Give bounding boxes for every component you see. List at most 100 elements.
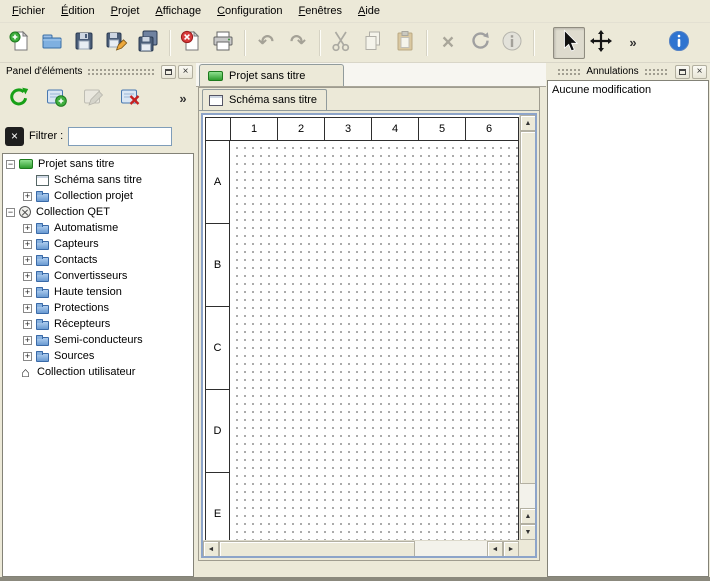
copy-icon bbox=[361, 29, 385, 56]
tree-item-convertisseurs[interactable]: + Convertisseurs bbox=[3, 268, 193, 284]
scroll-up-button[interactable]: ▲ bbox=[520, 508, 536, 524]
vertical-scrollbar[interactable]: ▲ ▲ ▼ bbox=[519, 115, 535, 540]
save-all-icon-button[interactable] bbox=[132, 27, 164, 59]
folder-icon bbox=[36, 193, 49, 202]
folder-icon bbox=[36, 225, 49, 234]
copy-button[interactable] bbox=[357, 27, 389, 59]
dock-close-button[interactable]: × bbox=[692, 65, 707, 79]
expand-icon[interactable]: + bbox=[23, 304, 32, 313]
delete-button[interactable]: × bbox=[432, 27, 464, 59]
expand-icon[interactable]: + bbox=[23, 192, 32, 201]
undo-panel-title: Annulations bbox=[586, 66, 638, 77]
open-project-button[interactable] bbox=[36, 27, 68, 59]
horizontal-scroll-thumb[interactable] bbox=[219, 541, 415, 557]
edit-element-button[interactable] bbox=[78, 83, 108, 113]
row-header: B bbox=[206, 224, 229, 307]
tree-item-collection-qet[interactable]: − Collection QET bbox=[3, 204, 193, 220]
tree-item-collection-utilisateur[interactable]: ⌂ Collection utilisateur bbox=[3, 364, 193, 380]
reload-collections-button[interactable] bbox=[4, 83, 34, 113]
horizontal-scrollbar[interactable]: ◄ ◄ ► bbox=[203, 540, 519, 556]
expand-icon[interactable]: + bbox=[23, 352, 32, 361]
select-mode-button[interactable] bbox=[553, 27, 585, 59]
tab-project[interactable]: Projet sans titre bbox=[199, 64, 344, 86]
about-button[interactable] bbox=[663, 27, 695, 59]
delete-element-button[interactable] bbox=[115, 83, 145, 113]
expand-icon[interactable]: + bbox=[23, 224, 32, 233]
expand-icon[interactable]: + bbox=[23, 240, 32, 249]
save-icon bbox=[72, 29, 96, 56]
workspace: Projet sans titre Schéma sans titre 1 bbox=[196, 63, 546, 577]
expand-icon[interactable]: + bbox=[23, 256, 32, 265]
dock-close-button[interactable]: × bbox=[178, 65, 193, 79]
tree-item-schema[interactable]: Schéma sans titre bbox=[3, 172, 193, 188]
save-button[interactable] bbox=[68, 27, 100, 59]
expand-icon[interactable]: + bbox=[23, 288, 32, 297]
menu-configuration[interactable]: Configuration bbox=[209, 1, 290, 21]
cut-button[interactable] bbox=[325, 27, 357, 59]
rotate-button[interactable] bbox=[464, 27, 496, 59]
filter-input[interactable] bbox=[68, 127, 172, 146]
print-button[interactable] bbox=[207, 27, 239, 59]
dock-grip-handle[interactable] bbox=[644, 68, 668, 75]
tree-item-protections[interactable]: + Protections bbox=[3, 300, 193, 316]
scroll-up-button[interactable]: ▲ bbox=[520, 115, 536, 131]
folder-icon bbox=[36, 321, 49, 330]
toolbar-overflow-button[interactable]: » bbox=[617, 27, 649, 59]
panel-toolbar-overflow-button[interactable]: » bbox=[174, 83, 192, 113]
pan-mode-button[interactable] bbox=[585, 27, 617, 59]
undo-history-list[interactable]: Aucune modification bbox=[547, 80, 709, 577]
tree-item-collection-projet[interactable]: + Collection projet bbox=[3, 188, 193, 204]
scroll-right-button[interactable]: ► bbox=[503, 541, 519, 557]
diagram-grid[interactable] bbox=[230, 141, 518, 557]
folder-open-icon bbox=[40, 29, 64, 56]
dock-float-button[interactable] bbox=[675, 65, 690, 79]
menu-affichage[interactable]: Affichage bbox=[147, 1, 209, 21]
menu-edition[interactable]: Édition bbox=[53, 1, 103, 21]
folder-icon bbox=[36, 337, 49, 346]
close-project-button[interactable] bbox=[175, 27, 207, 59]
tab-schema[interactable]: Schéma sans titre bbox=[202, 89, 327, 110]
scrollbar-corner bbox=[519, 540, 535, 556]
tree-item-project[interactable]: − Projet sans titre bbox=[3, 156, 193, 172]
close-icon: × bbox=[697, 67, 703, 77]
expand-icon[interactable]: + bbox=[23, 320, 32, 329]
arrow-left-icon: ◄ bbox=[492, 546, 499, 553]
cursor-arrow-icon bbox=[557, 29, 581, 56]
expand-icon[interactable]: + bbox=[23, 336, 32, 345]
menu-fichier[interactable]: Fichier bbox=[4, 1, 53, 21]
elements-tree[interactable]: − Projet sans titre Schéma sans titre + … bbox=[2, 153, 194, 577]
dock-float-button[interactable] bbox=[161, 65, 176, 79]
menu-fenetres[interactable]: Fenêtres bbox=[291, 1, 350, 21]
scroll-down-button[interactable]: ▼ bbox=[520, 524, 536, 540]
collapse-icon[interactable]: − bbox=[6, 160, 15, 169]
vertical-scroll-thumb[interactable] bbox=[520, 131, 536, 484]
menu-aide[interactable]: Aide bbox=[350, 1, 388, 21]
undo-button[interactable]: ↶ bbox=[250, 27, 282, 59]
arrow-up-icon: ▲ bbox=[525, 120, 532, 127]
tree-item-haute-tension[interactable]: + Haute tension bbox=[3, 284, 193, 300]
clear-filter-button[interactable]: × bbox=[5, 127, 24, 146]
new-project-button[interactable] bbox=[4, 27, 36, 59]
tree-item-capteurs[interactable]: + Capteurs bbox=[3, 236, 193, 252]
diagram-view[interactable]: 1 2 3 4 5 6 A B C D bbox=[201, 113, 537, 558]
toolbar-separator bbox=[426, 30, 427, 56]
tree-item-contacts[interactable]: + Contacts bbox=[3, 252, 193, 268]
save-as-button[interactable] bbox=[100, 27, 132, 59]
new-element-button[interactable] bbox=[41, 83, 71, 113]
paste-button[interactable] bbox=[389, 27, 421, 59]
tree-item-automatisme[interactable]: + Automatisme bbox=[3, 220, 193, 236]
scroll-left-button[interactable]: ◄ bbox=[487, 541, 503, 557]
scroll-left-button[interactable]: ◄ bbox=[203, 541, 219, 557]
menu-projet[interactable]: Projet bbox=[103, 1, 148, 21]
conductor-info-button[interactable] bbox=[496, 27, 528, 59]
expand-icon[interactable]: + bbox=[23, 272, 32, 281]
dock-grip-handle[interactable] bbox=[87, 68, 154, 75]
dock-grip-handle[interactable] bbox=[557, 68, 581, 75]
redo-button[interactable]: ↷ bbox=[282, 27, 314, 59]
tree-item-sources[interactable]: + Sources bbox=[3, 348, 193, 364]
collapse-icon[interactable]: − bbox=[6, 208, 15, 217]
diagram-sheet[interactable]: 1 2 3 4 5 6 A B C D bbox=[205, 117, 519, 558]
tree-item-semi-conducteurs[interactable]: + Semi-conducteurs bbox=[3, 332, 193, 348]
main-area: Panel d'éléments × bbox=[0, 63, 710, 577]
tree-item-recepteurs[interactable]: + Récepteurs bbox=[3, 316, 193, 332]
